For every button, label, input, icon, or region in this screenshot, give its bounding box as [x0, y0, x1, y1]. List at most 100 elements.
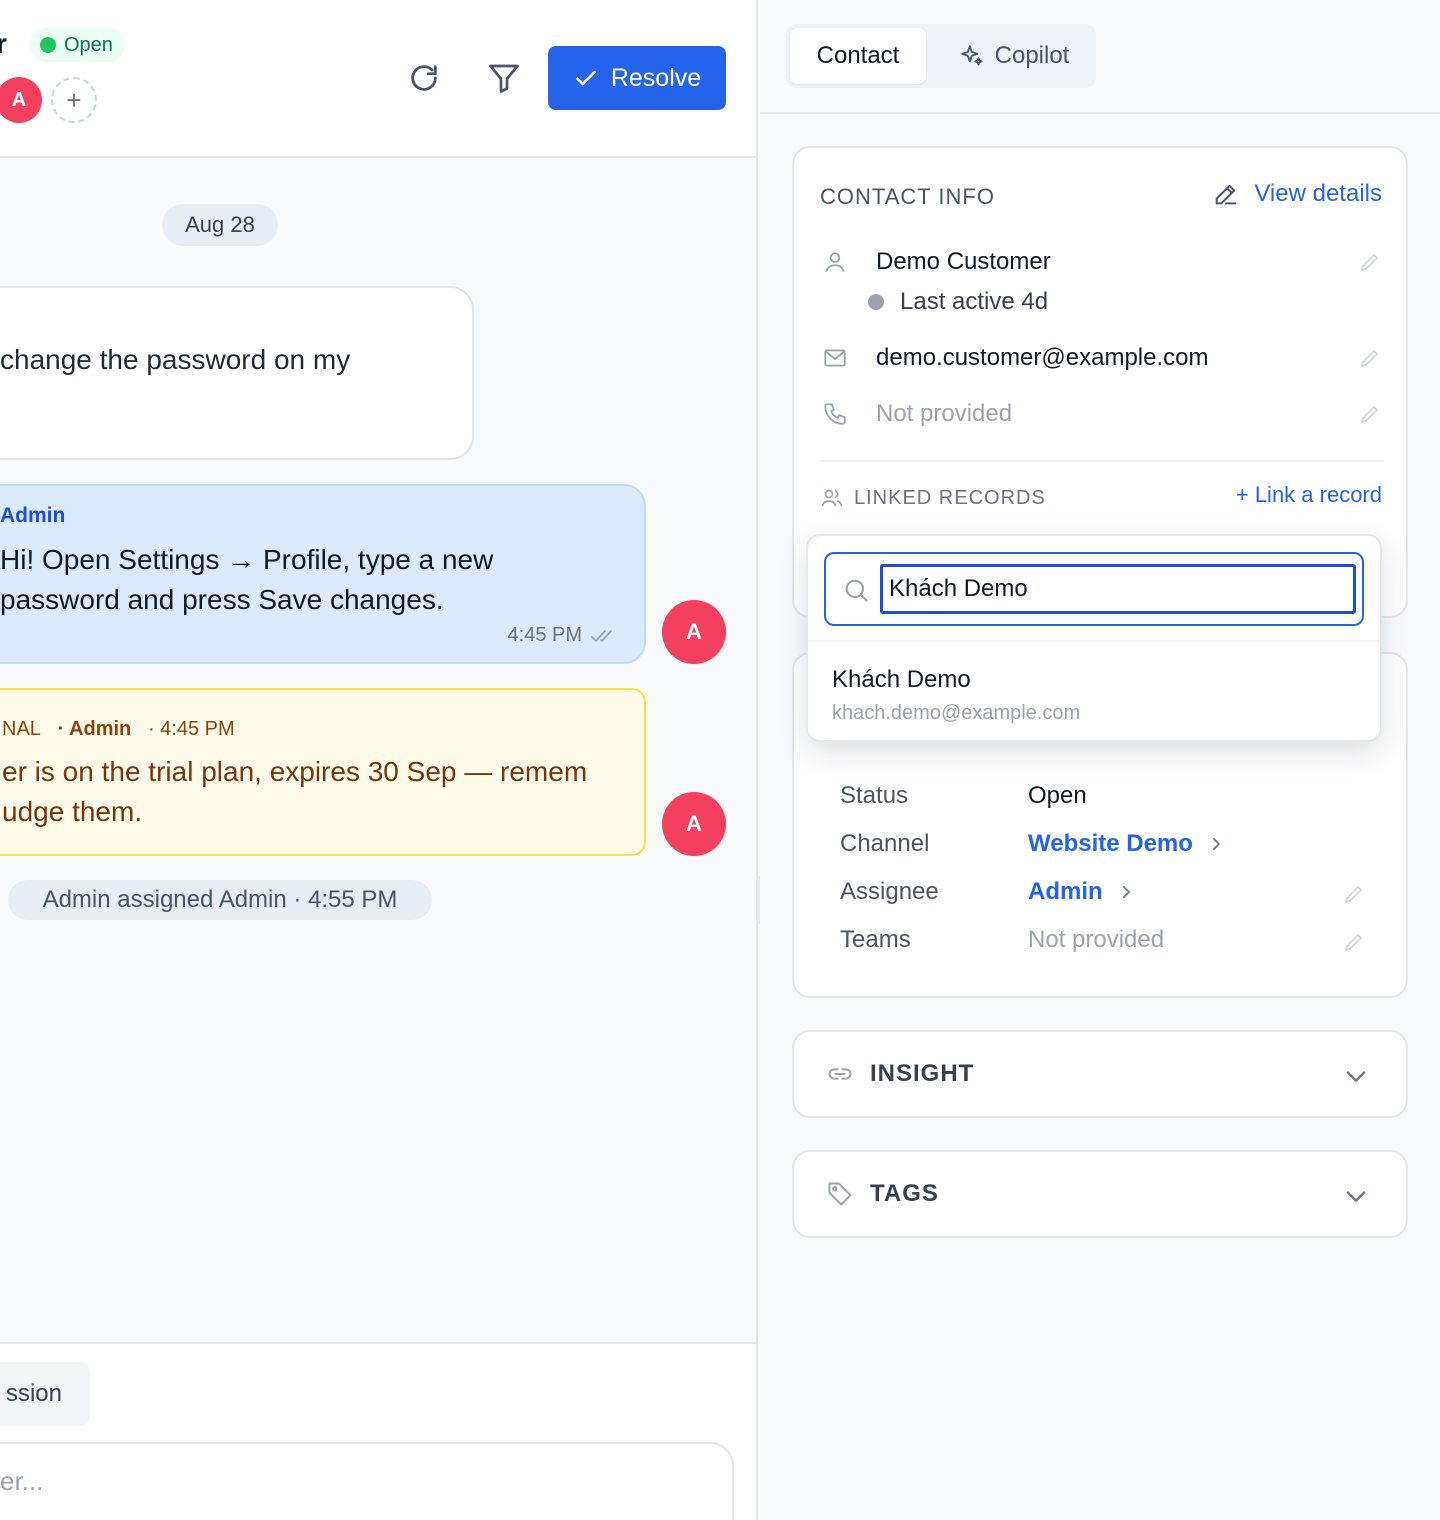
result-name: Khách Demo: [832, 666, 971, 693]
pencil-icon: [1345, 934, 1362, 951]
tab-copilot-label: Copilot: [994, 42, 1070, 69]
date-divider: Aug 28: [162, 204, 278, 246]
channel-label: Channel: [840, 830, 930, 857]
note-line-1: er is on the trial plan, expires 30 Sep …: [2, 756, 588, 787]
contact-sidebar: Contact Copilot CONTACT INFO View detail…: [760, 0, 1440, 1520]
tag-icon: [828, 1182, 852, 1206]
chevron-right-icon: [1122, 885, 1130, 899]
outgoing-message-text: Hi! Open Settings → Profile, type a new …: [0, 544, 494, 615]
incoming-message-text: change the password on my: [0, 344, 351, 375]
chevron-right-icon: [1212, 837, 1220, 851]
edit-assignee-button[interactable]: [1340, 880, 1368, 908]
record-search-input[interactable]: [880, 564, 1356, 614]
status-label: Open: [64, 33, 113, 56]
reply-input[interactable]: er...: [0, 1442, 734, 1520]
channel-value: Website Demo: [1028, 830, 1193, 857]
refresh-icon: [411, 65, 437, 91]
contact-info-title: CONTACT INFO: [820, 184, 995, 209]
filter-icon: [489, 64, 519, 93]
result-email: khach.demo@example.com: [832, 702, 1081, 724]
message-time: 4:45 PM: [507, 624, 582, 646]
edit-name-button[interactable]: [1356, 248, 1384, 276]
status-badge[interactable]: Open: [30, 28, 125, 62]
status-label: Status: [840, 782, 909, 809]
sidebar-tabs-bar: Contact Copilot: [760, 0, 1440, 114]
reply-placeholder: er...: [0, 1466, 44, 1496]
search-icon: [845, 579, 868, 602]
contact-phone-value: Not provided: [876, 400, 1013, 427]
tags-section[interactable]: TAGS: [792, 1150, 1408, 1238]
pencil-icon: [1361, 254, 1378, 271]
note-meta: NAL · Admin · 4:45 PM: [2, 718, 235, 741]
tags-title: TAGS: [870, 1180, 939, 1207]
add-participant-button[interactable]: +: [51, 77, 97, 123]
sidebar-tabs: Contact Copilot: [786, 24, 1096, 88]
assignee-avatar[interactable]: A: [0, 77, 42, 123]
insight-section[interactable]: INSIGHT: [792, 1030, 1408, 1118]
sparkle-icon: [960, 45, 983, 66]
chevron-down-icon: [1346, 1191, 1366, 1202]
status-dot-icon: [40, 37, 56, 53]
note-time: · 4:45 PM: [147, 718, 235, 740]
tab-copilot[interactable]: Copilot: [936, 28, 1092, 84]
view-details-link[interactable]: View details: [1212, 180, 1382, 208]
assignee-label: Assignee: [840, 878, 939, 905]
search-result-item[interactable]: Khách Demo khach.demo@example.com: [808, 642, 1380, 742]
note-line-2: udge them.: [2, 796, 143, 827]
assignee-link[interactable]: Admin: [1028, 878, 1135, 906]
phone-icon: [820, 399, 850, 429]
chevron-down-icon: [1346, 1071, 1366, 1082]
presence-dot-icon: [868, 294, 884, 310]
pencil-icon: [1345, 886, 1362, 903]
users-icon: [821, 489, 843, 507]
conversation-header: r Open A + Resolve: [0, 0, 756, 158]
contact-name-row: Demo Customer: [820, 242, 1384, 282]
pencil-icon: [1216, 184, 1237, 205]
view-details-label: View details: [1254, 180, 1382, 207]
resolve-button[interactable]: Resolve: [548, 46, 726, 110]
insight-title: INSIGHT: [870, 1060, 975, 1087]
edit-teams-button[interactable]: [1340, 928, 1368, 956]
link-icon: [828, 1068, 852, 1080]
outgoing-message: Admin Hi! Open Settings → Profile, type …: [0, 484, 646, 664]
status-value: Open: [1028, 782, 1087, 809]
insight-header: INSIGHT: [826, 1060, 974, 1088]
private-note: NAL · Admin · 4:45 PM er is on the trial…: [0, 688, 646, 856]
refresh-button[interactable]: [402, 56, 446, 100]
reply-composer: ssion er...: [0, 1342, 756, 1520]
user-icon: [820, 247, 850, 277]
resolve-label: Resolve: [610, 63, 702, 92]
edit-email-button[interactable]: [1356, 344, 1384, 372]
agent-avatar: A: [662, 600, 726, 664]
note-label: NAL: [2, 718, 41, 740]
contact-email-value[interactable]: demo.customer@example.com: [876, 344, 1208, 372]
linked-records-label: LINKED RECORDS: [854, 486, 1046, 509]
contact-email-row: demo.customer@example.com: [820, 338, 1384, 378]
link-record-button[interactable]: + Link a record: [1236, 482, 1382, 508]
section-divider: [820, 460, 1384, 462]
mail-icon: [820, 343, 850, 373]
note-text: er is on the trial plan, expires 30 Sep …: [2, 752, 587, 832]
link-record-popover: Khách Demo khach.demo@example.com: [806, 534, 1382, 742]
activity-message: Admin assigned Admin · 4:55 PM: [8, 880, 432, 920]
tags-header: TAGS: [826, 1180, 939, 1208]
tab-contact[interactable]: Contact: [790, 28, 926, 84]
assignee-value: Admin: [1028, 878, 1103, 905]
incoming-message: change the password on my: [0, 286, 474, 460]
record-search-field: [824, 552, 1364, 626]
contact-phone-row: Not provided: [820, 394, 1384, 434]
note-author: · Admin: [57, 718, 132, 740]
teams-label: Teams: [840, 926, 911, 953]
channel-link[interactable]: Website Demo: [1028, 830, 1225, 858]
last-active-indicator: Last active 4d: [868, 288, 1048, 316]
check-icon: [575, 70, 596, 86]
double-check-icon: [591, 629, 612, 642]
filter-button[interactable]: [482, 56, 526, 100]
note-author-avatar: A: [662, 792, 726, 856]
composer-mode-tab[interactable]: ssion: [0, 1362, 90, 1426]
conversation-pane: r Open A + Resolve Aug 28 change the pas…: [0, 0, 758, 1520]
message-sender: Admin: [0, 504, 66, 527]
edit-phone-button[interactable]: [1356, 400, 1384, 428]
contact-name-fragment: r: [0, 28, 7, 60]
pencil-icon: [1361, 350, 1378, 367]
